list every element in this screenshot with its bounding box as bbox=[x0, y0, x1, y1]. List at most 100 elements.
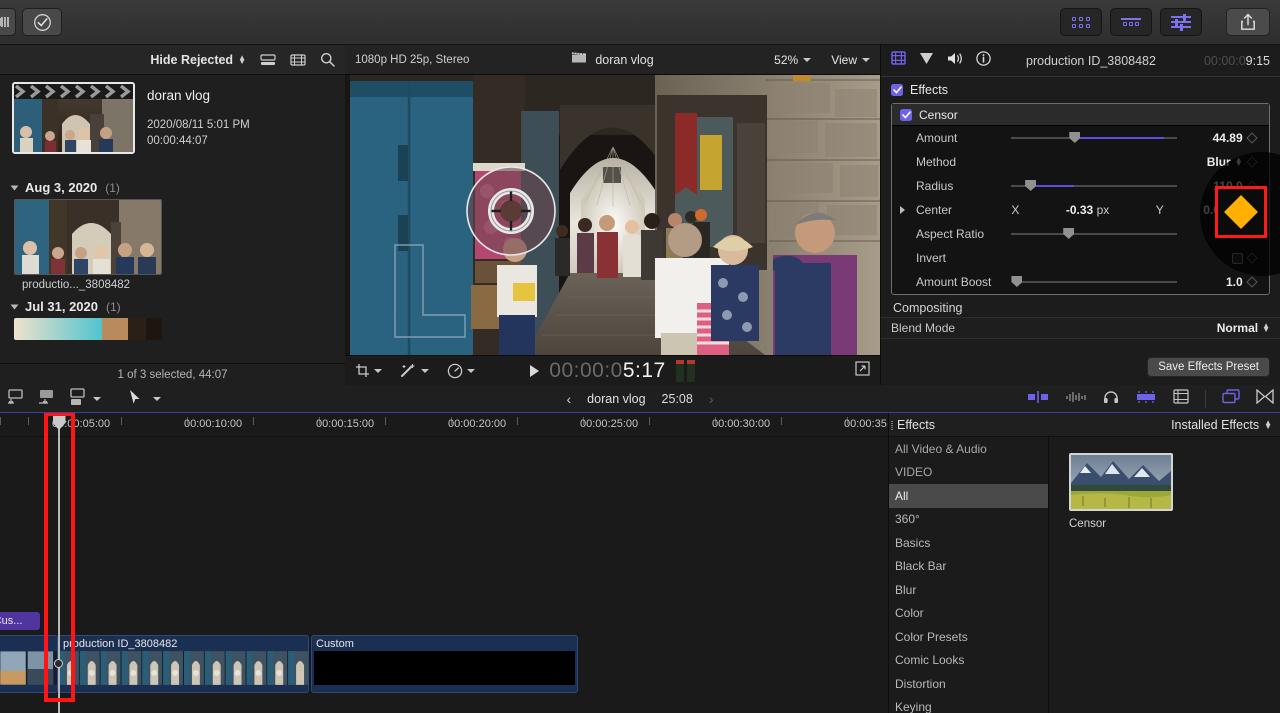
effects-category-list[interactable]: All Video & Audio VIDEO All 360° Basics … bbox=[889, 437, 1049, 713]
retime-icon[interactable] bbox=[447, 363, 475, 379]
blend-mode-popup[interactable]: Normal ▲▼ bbox=[1217, 321, 1270, 335]
invert-checkbox[interactable] bbox=[1232, 253, 1243, 264]
back-arrow-icon[interactable]: ‹ bbox=[567, 391, 572, 407]
x-value[interactable]: -0.33 bbox=[1066, 203, 1093, 217]
fullscreen-icon[interactable] bbox=[855, 361, 870, 381]
category-item[interactable]: Basics bbox=[889, 531, 1048, 555]
timeline-history-icon[interactable] bbox=[1222, 389, 1240, 409]
disclosure-triangle-icon[interactable] bbox=[11, 304, 19, 309]
effects-section-header[interactable]: Effects bbox=[881, 77, 1280, 103]
keyframe-button[interactable] bbox=[1243, 254, 1261, 262]
param-row-center[interactable]: Center X -0.33 px Y 0.01 px bbox=[892, 198, 1269, 222]
clip-thumbnail[interactable] bbox=[14, 199, 162, 275]
effect-tile-censor[interactable]: Censor bbox=[1069, 453, 1173, 530]
category-item[interactable]: 360° bbox=[889, 508, 1048, 532]
color-inspector-icon[interactable] bbox=[919, 52, 934, 70]
center-xy-fields[interactable]: X -0.33 px Y bbox=[1011, 203, 1163, 217]
category-item[interactable]: VIDEO bbox=[889, 461, 1048, 485]
category-item[interactable]: Color bbox=[889, 602, 1048, 626]
keyframe-button[interactable] bbox=[1243, 206, 1261, 214]
param-row-method[interactable]: Method Blur ▲▼ bbox=[892, 150, 1269, 174]
blend-mode-row[interactable]: Blend Mode Normal ▲▼ bbox=[881, 317, 1280, 339]
keyframe-button[interactable] bbox=[1243, 182, 1261, 190]
audio-inspector-icon[interactable] bbox=[947, 52, 963, 70]
filmstrip-view-icon[interactable] bbox=[290, 53, 306, 67]
category-item[interactable]: Comic Looks bbox=[889, 649, 1048, 673]
share-icon[interactable] bbox=[1226, 8, 1270, 36]
snapping-icon[interactable] bbox=[1135, 390, 1157, 409]
main-toolbar bbox=[0, 0, 1280, 45]
check-circle-icon[interactable] bbox=[22, 8, 62, 36]
method-popup[interactable]: Blur ▲▼ bbox=[1164, 155, 1243, 169]
effects-browser-icon[interactable] bbox=[1060, 8, 1102, 36]
installed-effects-popup[interactable]: Installed Effects ▲▼ bbox=[1171, 418, 1272, 432]
radius-slider[interactable] bbox=[1011, 179, 1163, 193]
browser-group-aug[interactable]: Aug 3, 2020 (1) bbox=[0, 172, 345, 199]
timeline-ruler[interactable]: 00:00:05:00 00:00:10:00 00:00:15:00 00:0… bbox=[0, 413, 888, 437]
clip-appearance-icon[interactable] bbox=[1256, 389, 1274, 409]
viewer-panel: 1080p HD 25p, Stereo doran vlog 52% View bbox=[345, 45, 880, 385]
playhead[interactable] bbox=[58, 413, 60, 713]
import-media-icon[interactable] bbox=[0, 8, 16, 36]
category-item-all[interactable]: All bbox=[889, 484, 1048, 508]
audio-skimming-icon[interactable] bbox=[1065, 390, 1087, 409]
aspect-ratio-slider[interactable] bbox=[1011, 227, 1163, 241]
timeline-clip[interactable]: production ID_3808482 bbox=[58, 635, 309, 693]
timeline-body[interactable]: - Cus... 3800 productio bbox=[0, 437, 888, 713]
effect-header[interactable]: Censor bbox=[892, 104, 1269, 126]
search-icon[interactable] bbox=[320, 52, 335, 67]
timeline-index-icon[interactable] bbox=[1173, 389, 1189, 409]
keyframe-button[interactable] bbox=[1243, 278, 1261, 286]
transitions-browser-icon[interactable] bbox=[1110, 8, 1152, 36]
effects-results-grid[interactable]: Censor bbox=[1049, 437, 1280, 713]
category-item[interactable]: Distortion bbox=[889, 672, 1048, 696]
param-row-invert[interactable]: Invert bbox=[892, 246, 1269, 270]
resize-grip-icon[interactable] bbox=[891, 421, 893, 430]
disclosure-triangle-icon[interactable] bbox=[900, 206, 905, 214]
info-inspector-icon[interactable] bbox=[976, 51, 991, 71]
param-row-amount[interactable]: Amount 44.89 bbox=[892, 126, 1269, 150]
save-effects-preset-button[interactable]: Save Effects Preset bbox=[1147, 357, 1270, 377]
category-item[interactable]: Color Presets bbox=[889, 625, 1048, 649]
category-item[interactable]: Black Bar bbox=[889, 555, 1048, 579]
viewer-canvas[interactable] bbox=[345, 75, 880, 355]
category-item[interactable]: Blur bbox=[889, 578, 1048, 602]
hide-rejected-popup[interactable]: Hide Rejected ▲▼ bbox=[150, 53, 246, 67]
disclosure-triangle-icon[interactable] bbox=[11, 185, 19, 190]
browser-group-jul[interactable]: Jul 31, 2020 (1) bbox=[0, 291, 345, 318]
timeline-clip[interactable]: Custom bbox=[311, 635, 578, 693]
param-row-aspect-ratio[interactable]: Aspect Ratio 1.0 bbox=[892, 222, 1269, 246]
keyframe-button[interactable] bbox=[1243, 230, 1261, 238]
clip-appearance-icon[interactable] bbox=[260, 53, 276, 67]
clip-thumbnail[interactable] bbox=[14, 318, 162, 340]
keyframe-button[interactable] bbox=[1243, 158, 1261, 166]
param-row-radius[interactable]: Radius 110.0 bbox=[892, 174, 1269, 198]
browser-selected-row[interactable]: doran vlog 2020/08/11 5:01 PM 00:00:44:0… bbox=[0, 80, 345, 154]
connected-clip[interactable]: - Cus... bbox=[0, 612, 40, 630]
param-label: Radius bbox=[900, 179, 1011, 193]
effects-enable-checkbox[interactable] bbox=[891, 84, 903, 96]
clapperboard-icon bbox=[571, 51, 587, 69]
solo-icon[interactable] bbox=[1103, 390, 1119, 409]
browser-content[interactable]: doran vlog 2020/08/11 5:01 PM 00:00:44:0… bbox=[0, 75, 345, 363]
inspector-icon[interactable] bbox=[1160, 8, 1202, 36]
crop-tool-icon[interactable] bbox=[355, 363, 382, 378]
censor-enable-checkbox[interactable] bbox=[900, 109, 912, 121]
video-inspector-icon[interactable] bbox=[891, 51, 906, 70]
invert-checkbox-wrap[interactable] bbox=[1164, 253, 1243, 264]
effects-label: Effects bbox=[910, 83, 948, 97]
keyframe-button[interactable] bbox=[1243, 134, 1261, 142]
param-row-amount-boost[interactable]: Amount Boost 1.0 bbox=[892, 270, 1269, 294]
timeline-clip[interactable]: 3800 bbox=[0, 635, 58, 693]
timeline-panel[interactable]: 00:00:05:00 00:00:10:00 00:00:15:00 00:0… bbox=[0, 413, 888, 713]
effect-thumbnail[interactable] bbox=[1069, 453, 1173, 511]
amount-boost-slider[interactable] bbox=[1011, 275, 1163, 289]
category-item[interactable]: All Video & Audio bbox=[889, 437, 1048, 461]
effects-wand-icon[interactable] bbox=[400, 363, 429, 378]
clip-thumbnail[interactable] bbox=[12, 82, 135, 154]
amount-slider[interactable] bbox=[1011, 131, 1163, 145]
clip-skimming-icon[interactable] bbox=[1027, 390, 1049, 409]
y-value-group[interactable]: 0.01 px bbox=[1164, 203, 1243, 217]
forward-arrow-icon[interactable]: › bbox=[709, 391, 714, 407]
category-item[interactable]: Keying bbox=[889, 696, 1048, 713]
